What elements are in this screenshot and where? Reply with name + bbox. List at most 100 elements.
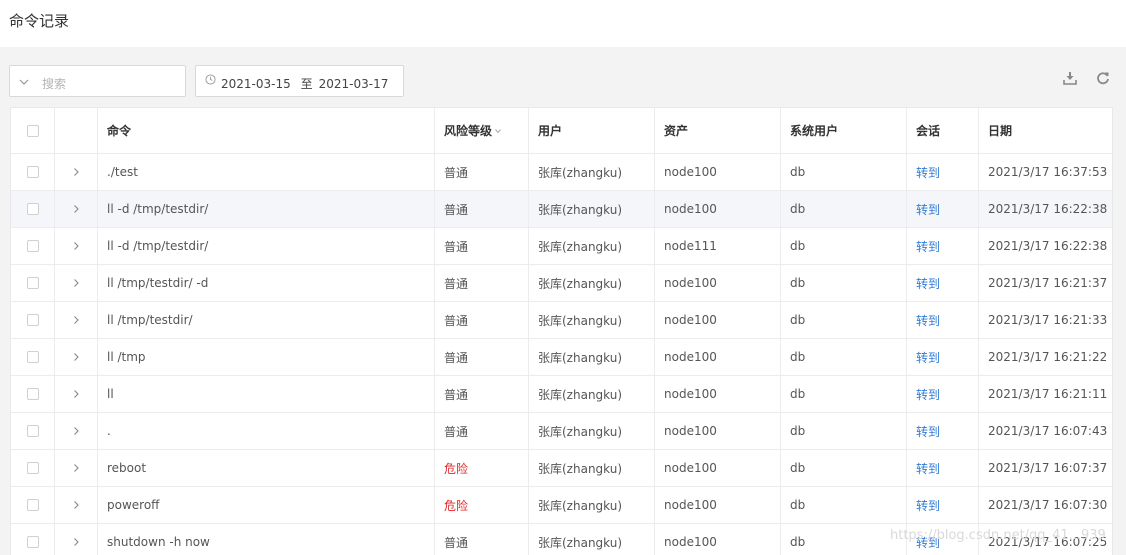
table-row[interactable]: . 普通 张库(zhangku) node100 db 转到 2021/3/17 16:07… bbox=[11, 412, 1112, 449]
session-goto-link[interactable]: 转到 bbox=[916, 201, 940, 218]
cell-risk-level: 普通 bbox=[434, 154, 528, 190]
cell-system-user: db bbox=[780, 524, 906, 555]
cell-risk-level: 危险 bbox=[434, 487, 528, 523]
row-expand-cell bbox=[54, 191, 97, 227]
cell-system-user: db bbox=[780, 265, 906, 301]
row-checkbox[interactable] bbox=[26, 166, 39, 178]
row-checkbox[interactable] bbox=[26, 351, 39, 363]
row-checkbox[interactable] bbox=[26, 277, 39, 289]
row-checkbox[interactable] bbox=[26, 425, 39, 437]
cell-system-user: db bbox=[780, 450, 906, 486]
session-goto-link[interactable]: 转到 bbox=[916, 386, 940, 403]
sort-caret-icon[interactable] bbox=[494, 127, 502, 135]
select-all-checkbox[interactable] bbox=[26, 124, 39, 137]
chevron-right-icon[interactable] bbox=[71, 278, 81, 288]
session-goto-link[interactable]: 转到 bbox=[916, 238, 940, 255]
session-goto-link[interactable]: 转到 bbox=[916, 460, 940, 477]
table-body: ./test 普通 张库(zhangku) node100 db 转到 2021/3/17 … bbox=[11, 153, 1112, 555]
download-icon[interactable] bbox=[1063, 71, 1077, 85]
session-goto-link[interactable]: 转到 bbox=[916, 497, 940, 514]
table-row[interactable]: reboot 危险 张库(zhangku) node100 db 转到 2021/3/17 … bbox=[11, 449, 1112, 486]
column-header-command: 命令 bbox=[97, 108, 434, 153]
search-input[interactable]: 搜索 bbox=[9, 65, 186, 97]
session-goto-link[interactable]: 转到 bbox=[916, 164, 940, 181]
cell-command: ll /tmp/testdir/ -d bbox=[97, 265, 434, 301]
table-row[interactable]: ./test 普通 张库(zhangku) node100 db 转到 2021/3/17 … bbox=[11, 153, 1112, 190]
row-expand-cell bbox=[54, 154, 97, 190]
row-expand-cell bbox=[54, 339, 97, 375]
page-title: 命令记录 bbox=[9, 12, 70, 30]
cell-asset: node100 bbox=[654, 413, 780, 449]
chevron-right-icon[interactable] bbox=[71, 204, 81, 214]
cell-user: 张库(zhangku) bbox=[528, 524, 654, 555]
row-expand-cell bbox=[54, 450, 97, 486]
chevron-right-icon[interactable] bbox=[71, 537, 81, 547]
row-select-cell bbox=[11, 265, 54, 301]
row-select-cell bbox=[11, 376, 54, 412]
table-row[interactable]: ll -d /tmp/testdir/普通 张库(zhangku) node111 d… bbox=[11, 227, 1112, 264]
row-checkbox[interactable] bbox=[26, 240, 39, 252]
cell-user: 张库(zhangku) bbox=[528, 191, 654, 227]
row-checkbox[interactable] bbox=[26, 203, 39, 215]
chevron-right-icon[interactable] bbox=[71, 463, 81, 473]
cell-command: ll /tmp/testdir/ bbox=[97, 302, 434, 338]
cell-risk-level: 普通 bbox=[434, 265, 528, 301]
chevron-right-icon[interactable] bbox=[71, 426, 81, 436]
cell-session: 转到 bbox=[906, 376, 978, 412]
cell-command: shutdown -h now bbox=[97, 524, 434, 555]
table-row[interactable]: poweroff 危险 张库(zhangku) node100 db 转到 2021/3/1… bbox=[11, 486, 1112, 523]
chevron-right-icon[interactable] bbox=[71, 241, 81, 251]
cell-command: ll /tmp bbox=[97, 339, 434, 375]
table-row[interactable]: ll -d /tmp/testdir/普通 张库(zhangku) node100 d… bbox=[11, 190, 1112, 227]
column-header-risk[interactable]: 风险等级 bbox=[434, 108, 528, 153]
cell-command: ll -d /tmp/testdir/ bbox=[97, 191, 434, 227]
date-range-picker[interactable]: 2021-03-15 至 2021-03-17 bbox=[195, 65, 404, 97]
column-header-system-user: 系统用户 bbox=[780, 108, 906, 153]
cell-date: 2021/3/17 16:21:37 bbox=[978, 265, 1114, 301]
row-checkbox[interactable] bbox=[26, 314, 39, 326]
table-row[interactable]: ll /tmp 普通 张库(zhangku) node100 db 转到 2021/3/17… bbox=[11, 338, 1112, 375]
chevron-down-icon[interactable] bbox=[18, 76, 30, 88]
row-expand-cell bbox=[54, 228, 97, 264]
cell-session: 转到 bbox=[906, 265, 978, 301]
page-header: 命令记录 bbox=[0, 0, 1126, 47]
cell-system-user: db bbox=[780, 413, 906, 449]
session-goto-link[interactable]: 转到 bbox=[916, 423, 940, 440]
cell-session: 转到 bbox=[906, 339, 978, 375]
cell-risk-level: 普通 bbox=[434, 302, 528, 338]
refresh-icon[interactable] bbox=[1096, 71, 1110, 85]
column-header-session: 会话 bbox=[906, 108, 978, 153]
cell-date: 2021/3/17 16:07:30 bbox=[978, 487, 1114, 523]
chevron-right-icon[interactable] bbox=[71, 389, 81, 399]
chevron-right-icon[interactable] bbox=[71, 500, 81, 510]
cell-asset: node100 bbox=[654, 376, 780, 412]
cell-risk-level: 普通 bbox=[434, 191, 528, 227]
cell-command: reboot bbox=[97, 450, 434, 486]
chevron-right-icon[interactable] bbox=[71, 167, 81, 177]
row-checkbox[interactable] bbox=[26, 388, 39, 400]
search-placeholder: 搜索 bbox=[42, 77, 67, 91]
table-row[interactable]: ll /tmp/testdir/ -d 普通 张库(zhangku) node100 d… bbox=[11, 264, 1112, 301]
session-goto-link[interactable]: 转到 bbox=[916, 275, 940, 292]
date-end: 2021-03-17 bbox=[318, 77, 389, 91]
table-row[interactable]: ll /tmp/testdir/普通 张库(zhangku) node100 db 转到… bbox=[11, 301, 1112, 338]
chevron-right-icon[interactable] bbox=[71, 352, 81, 362]
session-goto-link[interactable]: 转到 bbox=[916, 312, 940, 329]
row-select-cell bbox=[11, 413, 54, 449]
row-checkbox[interactable] bbox=[26, 499, 39, 511]
cell-date: 2021/3/17 16:21:33 bbox=[978, 302, 1114, 338]
row-expand-cell bbox=[54, 487, 97, 523]
row-checkbox[interactable] bbox=[26, 536, 39, 548]
cell-date: 2021/3/17 16:22:38 bbox=[978, 191, 1114, 227]
cell-command: . bbox=[97, 413, 434, 449]
cell-risk-level: 普通 bbox=[434, 524, 528, 555]
row-select-cell bbox=[11, 487, 54, 523]
cell-date: 2021/3/17 16:07:37 bbox=[978, 450, 1114, 486]
session-goto-link[interactable]: 转到 bbox=[916, 349, 940, 366]
table-row[interactable]: ll 普通 张库(zhangku) node100 db 转到 2021/3/17 16:2… bbox=[11, 375, 1112, 412]
cell-session: 转到 bbox=[906, 487, 978, 523]
chevron-right-icon[interactable] bbox=[71, 315, 81, 325]
row-checkbox[interactable] bbox=[26, 462, 39, 474]
row-select-cell bbox=[11, 154, 54, 190]
cell-command: ll -d /tmp/testdir/ bbox=[97, 228, 434, 264]
